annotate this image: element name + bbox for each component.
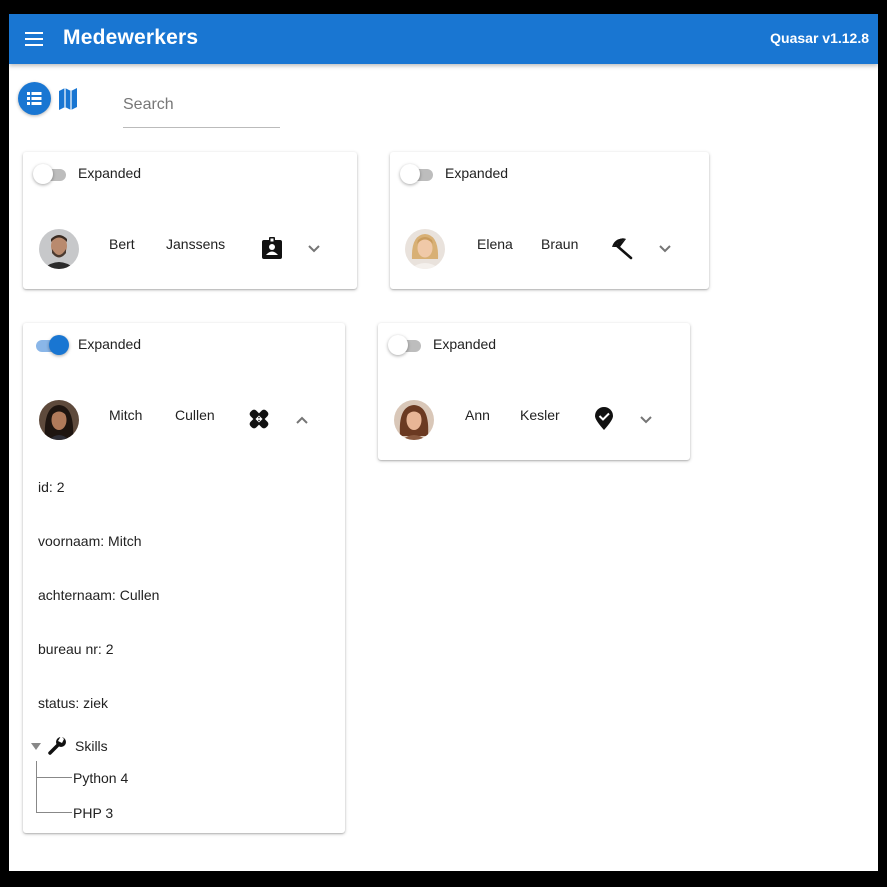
detail-value: Cullen — [119, 587, 160, 603]
tree-node-skill[interactable]: Python 4 — [73, 770, 128, 786]
map-view-button[interactable] — [57, 86, 79, 112]
detail-id: id: 2 — [38, 479, 64, 495]
employee-card-bert: Expanded Bert Janssens — [23, 152, 357, 289]
tree-node-skills[interactable]: Skills — [75, 738, 108, 754]
location-check-icon — [595, 407, 613, 430]
skills-tree: Skills Python 4 PHP 3 — [31, 733, 331, 833]
app-window: Medewerkers Quasar v1.12.8 Exp — [9, 14, 878, 871]
expanded-toggle[interactable] — [33, 163, 71, 185]
tree-connector — [36, 812, 72, 813]
tree-connector — [36, 777, 72, 778]
detail-value: 2 — [105, 641, 114, 657]
first-name: Ann — [465, 407, 490, 423]
detail-status: status: ziek — [38, 695, 108, 711]
employee-card-elena: Expanded Elena Braun — [390, 152, 709, 289]
expanded-label: Expanded — [433, 336, 497, 352]
last-name: Braun — [541, 236, 579, 252]
bandage-icon — [249, 409, 269, 429]
page-title: Medewerkers — [63, 26, 199, 49]
expanded-label: Expanded — [78, 165, 142, 181]
toolbar — [9, 64, 878, 144]
avatar — [39, 400, 79, 440]
detail-label: achternaam: — [38, 587, 116, 603]
version-label: Quasar v1.12.8 — [770, 30, 869, 46]
detail-bureau: bureau nr: 2 — [38, 641, 114, 657]
chevron-down-icon[interactable] — [656, 240, 674, 258]
tree-node-skill[interactable]: PHP 3 — [73, 805, 113, 821]
detail-label: bureau nr: — [38, 641, 102, 657]
expanded-label: Expanded — [445, 165, 509, 181]
detail-label: status: — [38, 695, 80, 711]
employee-card-mitch: Expanded Mitch Cullen id: 2 voornaam: Mi… — [23, 323, 345, 833]
menu-icon[interactable] — [25, 27, 47, 51]
chevron-down-icon[interactable] — [637, 411, 655, 429]
first-name: Elena — [477, 236, 513, 252]
last-name: Janssens — [166, 236, 226, 252]
detail-voornaam: voornaam: Mitch — [38, 533, 142, 549]
expanded-toggle[interactable] — [33, 334, 71, 356]
chevron-up-icon[interactable] — [293, 411, 311, 429]
badge-icon — [262, 237, 282, 259]
search-input[interactable] — [123, 82, 280, 128]
detail-value: 2 — [56, 479, 65, 495]
first-name: Mitch — [109, 407, 143, 423]
tree-connector — [36, 761, 37, 813]
last-name: Cullen — [175, 407, 215, 423]
expanded-toggle[interactable] — [400, 163, 438, 185]
map-icon — [59, 88, 77, 110]
detail-value: Mitch — [108, 533, 142, 549]
chevron-down-icon[interactable] — [305, 240, 323, 258]
detail-label: id: — [38, 479, 53, 495]
list-icon — [27, 92, 42, 105]
app-header: Medewerkers Quasar v1.12.8 — [9, 14, 878, 64]
first-name: Bert — [109, 236, 135, 252]
detail-achternaam: achternaam: Cullen — [38, 587, 159, 603]
wrench-icon — [48, 736, 66, 755]
avatar — [405, 229, 445, 269]
detail-label: voornaam: — [38, 533, 105, 549]
beach-umbrella-icon — [612, 238, 633, 260]
avatar — [39, 229, 79, 269]
tree-expand-arrow-icon[interactable] — [31, 743, 41, 750]
expanded-toggle[interactable] — [388, 334, 426, 356]
list-view-button[interactable] — [18, 82, 51, 115]
expanded-label: Expanded — [78, 336, 142, 352]
last-name: Kesler — [520, 407, 560, 423]
employee-card-ann: Expanded Ann Kesler — [378, 323, 690, 460]
avatar — [394, 400, 434, 440]
detail-value: ziek — [83, 695, 109, 711]
